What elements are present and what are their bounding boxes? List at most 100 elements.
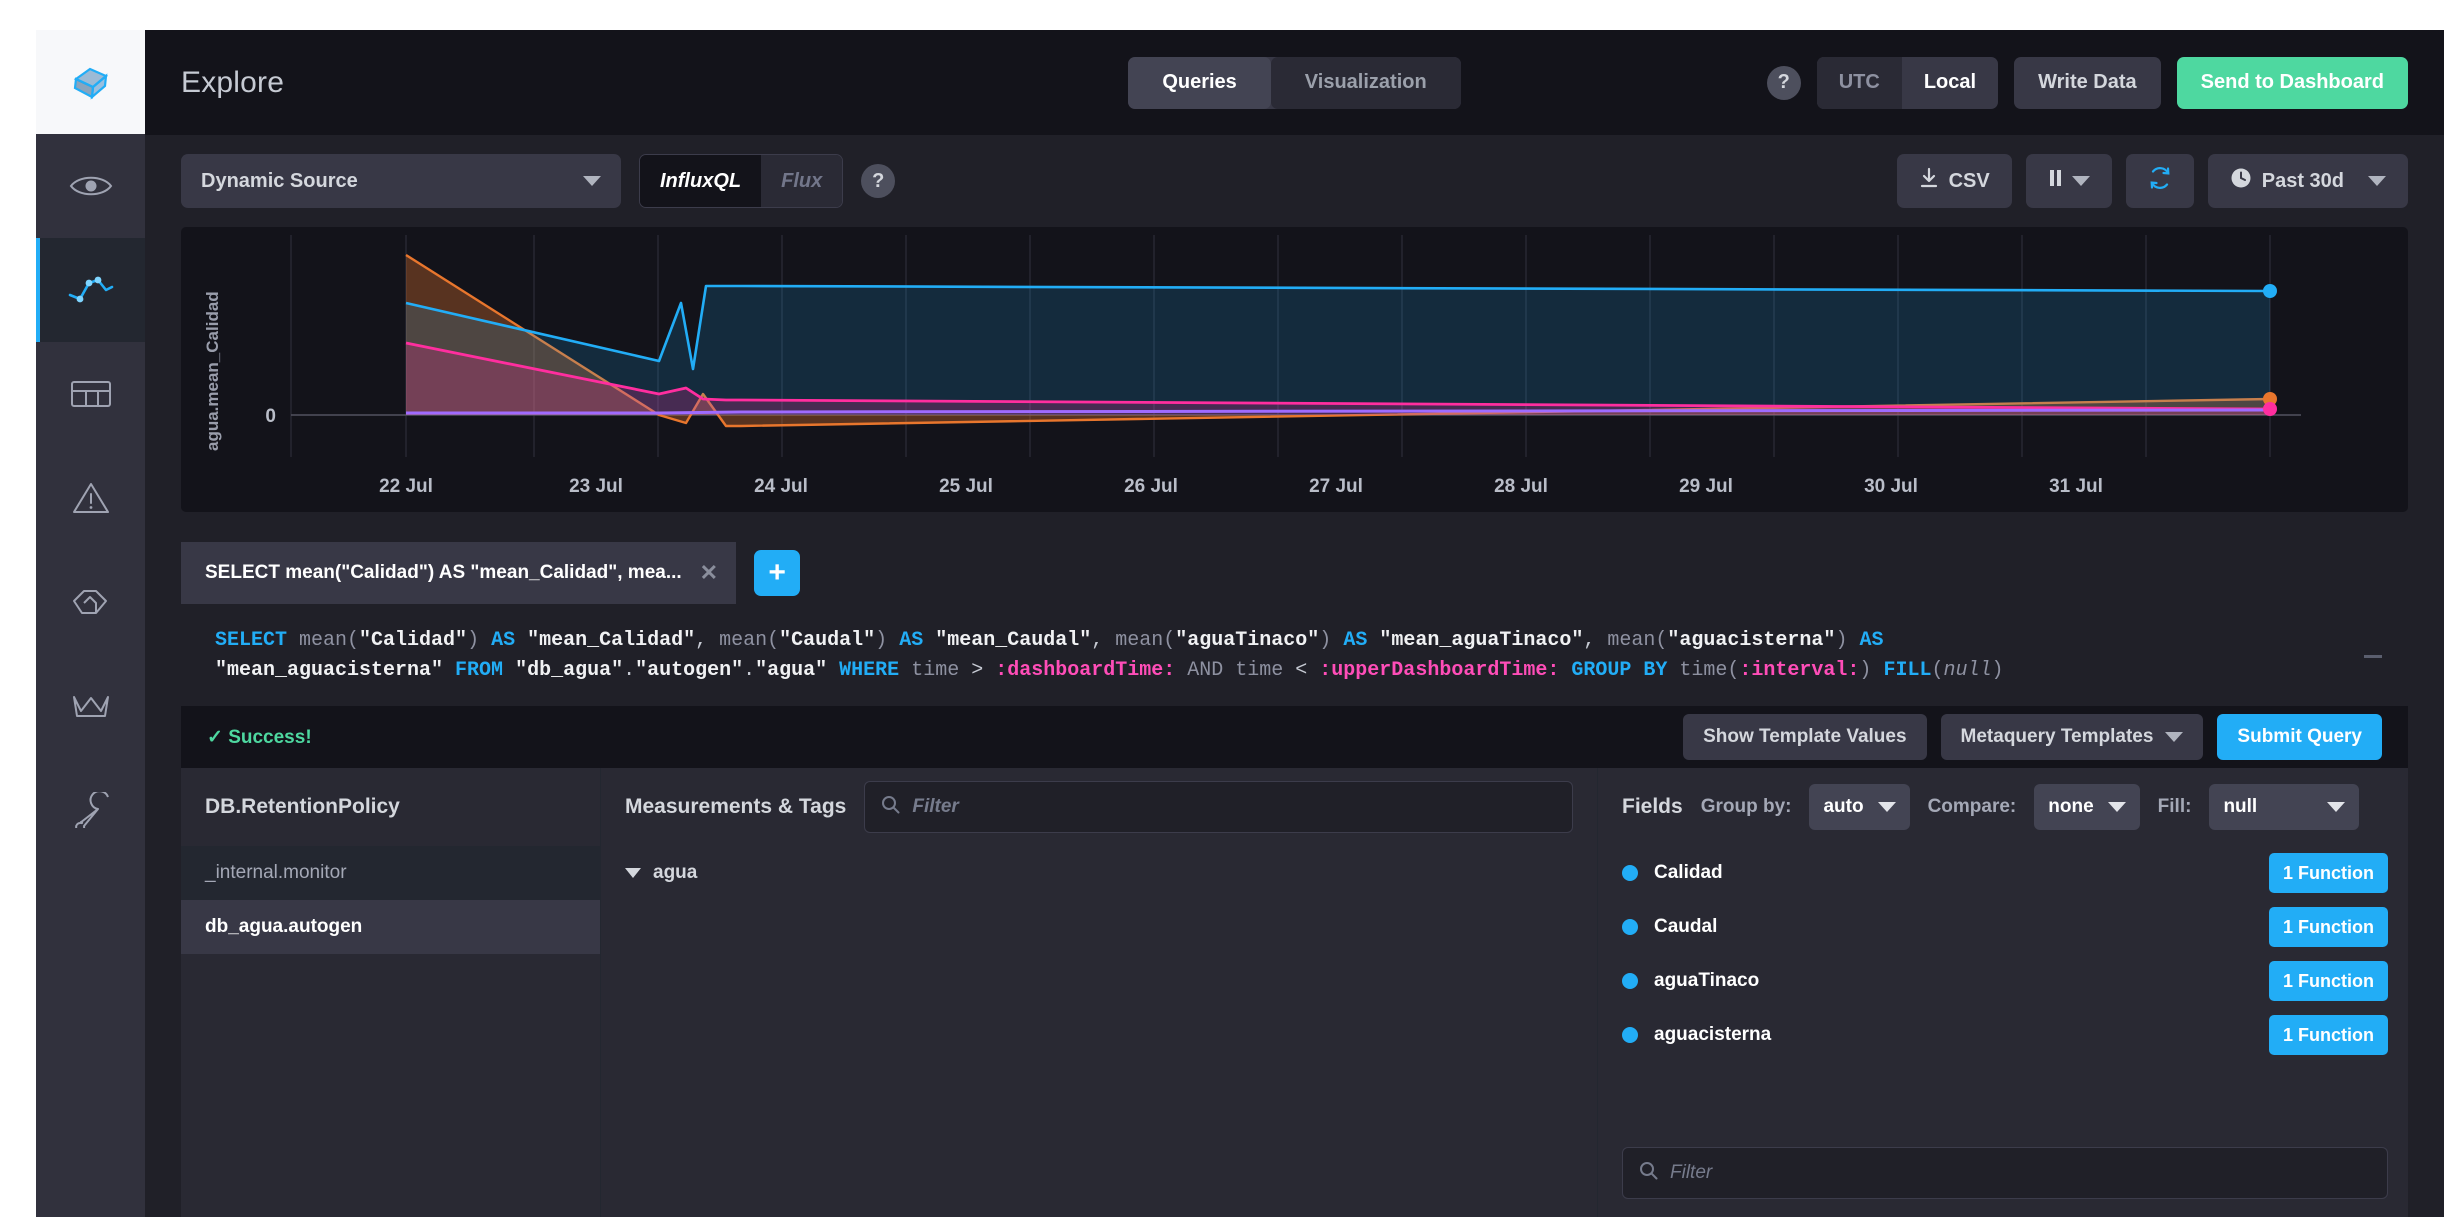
measurements-filter-input[interactable]: Filter: [864, 781, 1573, 833]
sidebar-item-organizations[interactable]: [36, 550, 145, 654]
timezone-utc-option[interactable]: UTC: [1817, 57, 1902, 109]
submit-query-button[interactable]: Submit Query: [2217, 714, 2382, 760]
fill-value: null: [2223, 796, 2257, 818]
field-function-button[interactable]: 1 Function: [2269, 961, 2388, 1001]
chevron-down-icon: [2108, 802, 2126, 812]
compare-value: none: [2048, 796, 2093, 818]
tab-queries[interactable]: Queries: [1128, 57, 1270, 109]
fields-filter-placeholder: Filter: [1670, 1162, 1712, 1184]
toolbar-question-mark-icon[interactable]: ?: [861, 164, 895, 198]
add-query-button[interactable]: +: [754, 550, 800, 596]
influx-cube-logo-icon: [68, 59, 114, 105]
fields-header-label: Fields: [1622, 795, 1683, 819]
metaquery-templates-dropdown[interactable]: Metaquery Templates: [1941, 714, 2204, 760]
sql-editor[interactable]: SELECT mean("Calidad") AS "mean_Calidad"…: [181, 604, 2408, 706]
write-data-button[interactable]: Write Data: [2014, 57, 2161, 109]
sidebar-item-logo[interactable]: [36, 30, 145, 134]
query-tab-label: SELECT mean("Calidad") AS "mean_Calidad"…: [205, 562, 682, 584]
time-range-label: Past 30d: [2262, 170, 2344, 193]
field-color-dot: [1622, 1027, 1638, 1043]
query-toolbar: Dynamic Source InfluxQL Flux ? CSV: [145, 135, 2444, 227]
db-column-header: DB.RetentionPolicy: [181, 768, 600, 846]
refresh-button[interactable]: [2126, 154, 2194, 208]
chevron-down-icon: [2072, 176, 2090, 186]
sidebar-item-status[interactable]: [36, 134, 145, 238]
field-color-dot: [1622, 973, 1638, 989]
compare-dropdown[interactable]: none: [2034, 784, 2139, 830]
show-template-values-button[interactable]: Show Template Values: [1683, 714, 1926, 760]
measurement-label: agua: [653, 862, 697, 884]
warning-triangle-icon: [71, 480, 111, 516]
query-status-text: ✓ Success!: [207, 726, 312, 749]
sidebar-nav: [36, 30, 145, 1217]
field-function-button[interactable]: 1 Function: [2269, 1015, 2388, 1055]
language-influxql-option[interactable]: InfluxQL: [640, 155, 761, 207]
header-actions: ? UTC Local Write Data Send to Dashboard: [1767, 57, 2408, 109]
graph-line-icon: [67, 273, 115, 307]
time-range-dropdown[interactable]: Past 30d: [2208, 154, 2408, 208]
query-tab[interactable]: SELECT mean("Calidad") AS "mean_Calidad"…: [181, 542, 736, 604]
db-item-internal-monitor[interactable]: _internal.monitor: [181, 846, 600, 900]
collapse-editor-icon[interactable]: [2364, 655, 2382, 658]
svg-text:25 Jul: 25 Jul: [939, 476, 993, 497]
tab-visualization[interactable]: Visualization: [1271, 57, 1461, 109]
csv-download-button[interactable]: CSV: [1897, 154, 2012, 208]
download-icon: [1919, 167, 1939, 195]
language-flux-option[interactable]: Flux: [761, 155, 842, 207]
chevron-down-icon: [583, 176, 601, 186]
graph-svg: 0 22 Jul 23 Jul 24 Jul 25 Jul 26 Jul 27 …: [181, 227, 2408, 512]
field-row[interactable]: aguacisterna 1 Function: [1598, 1008, 2408, 1062]
field-label: aguacisterna: [1654, 1024, 1771, 1046]
auto-refresh-pause-button[interactable]: [2026, 154, 2112, 208]
field-label: Calidad: [1654, 862, 1723, 884]
sidebar-item-configuration[interactable]: [36, 758, 145, 862]
query-toolbar-actions: CSV: [1897, 154, 2408, 208]
sidebar-item-dashboards[interactable]: [36, 342, 145, 446]
field-function-button[interactable]: 1 Function: [2269, 853, 2388, 893]
queries-visualization-toggle: Queries Visualization: [1128, 57, 1460, 109]
series-endpoint-aguatinaco: [2263, 402, 2277, 416]
query-status-actions: Show Template Values Metaquery Templates…: [1683, 714, 2382, 760]
timezone-local-option[interactable]: Local: [1902, 57, 1998, 109]
svg-text:26 Jul: 26 Jul: [1124, 476, 1178, 497]
y-axis-label: agua.mean_Calidad: [203, 291, 223, 451]
time-series-graph[interactable]: agua.mean_Calidad: [181, 227, 2408, 512]
svg-text:30 Jul: 30 Jul: [1864, 476, 1918, 497]
chevron-down-icon: [2327, 802, 2345, 812]
tag-hand-icon: [70, 585, 112, 619]
field-row[interactable]: Caudal 1 Function: [1598, 900, 2408, 954]
fill-dropdown[interactable]: null: [2209, 784, 2359, 830]
field-row[interactable]: aguaTinaco 1 Function: [1598, 954, 2408, 1008]
field-function-button[interactable]: 1 Function: [2269, 907, 2388, 947]
question-mark-icon[interactable]: ?: [1767, 66, 1801, 100]
field-label: Caudal: [1654, 916, 1717, 938]
measurements-filter-placeholder: Filter: [912, 796, 958, 818]
search-icon: [881, 795, 900, 820]
wrench-icon: [70, 792, 112, 828]
fields-filter-input[interactable]: Filter: [1622, 1147, 2388, 1199]
timezone-toggle: UTC Local: [1817, 57, 1998, 109]
fields-column-header: Fields Group by: auto Compare: none Fill…: [1598, 768, 2408, 846]
source-dropdown[interactable]: Dynamic Source: [181, 154, 621, 208]
group-by-dropdown[interactable]: auto: [1809, 784, 1909, 830]
crown-icon: [70, 691, 112, 721]
fill-label: Fill:: [2158, 796, 2192, 818]
db-retention-policy-column: DB.RetentionPolicy _internal.monitor db_…: [181, 768, 601, 1217]
field-color-dot: [1622, 919, 1638, 935]
compare-label: Compare:: [1928, 796, 2017, 818]
measurement-item-agua[interactable]: agua: [601, 846, 1597, 900]
send-to-dashboard-button[interactable]: Send to Dashboard: [2177, 57, 2408, 109]
fields-column: Fields Group by: auto Compare: none Fill…: [1598, 768, 2408, 1217]
sidebar-item-explore[interactable]: [36, 238, 145, 342]
close-icon[interactable]: ✕: [700, 560, 718, 586]
query-status-row: ✓ Success! Show Template Values Metaquer…: [181, 706, 2408, 768]
svg-text:22 Jul: 22 Jul: [379, 476, 433, 497]
svg-text:27 Jul: 27 Jul: [1309, 476, 1363, 497]
sql-line-2: "mean_aguacisterna" FROM "db_agua"."auto…: [215, 656, 2374, 686]
field-row[interactable]: Calidad 1 Function: [1598, 846, 2408, 900]
sidebar-item-alerting[interactable]: [36, 446, 145, 550]
svg-text:24 Jul: 24 Jul: [754, 476, 808, 497]
query-tab-row: SELECT mean("Calidad") AS "mean_Calidad"…: [181, 542, 2408, 604]
db-item-db-agua-autogen[interactable]: db_agua.autogen: [181, 900, 600, 954]
sidebar-item-admin[interactable]: [36, 654, 145, 758]
